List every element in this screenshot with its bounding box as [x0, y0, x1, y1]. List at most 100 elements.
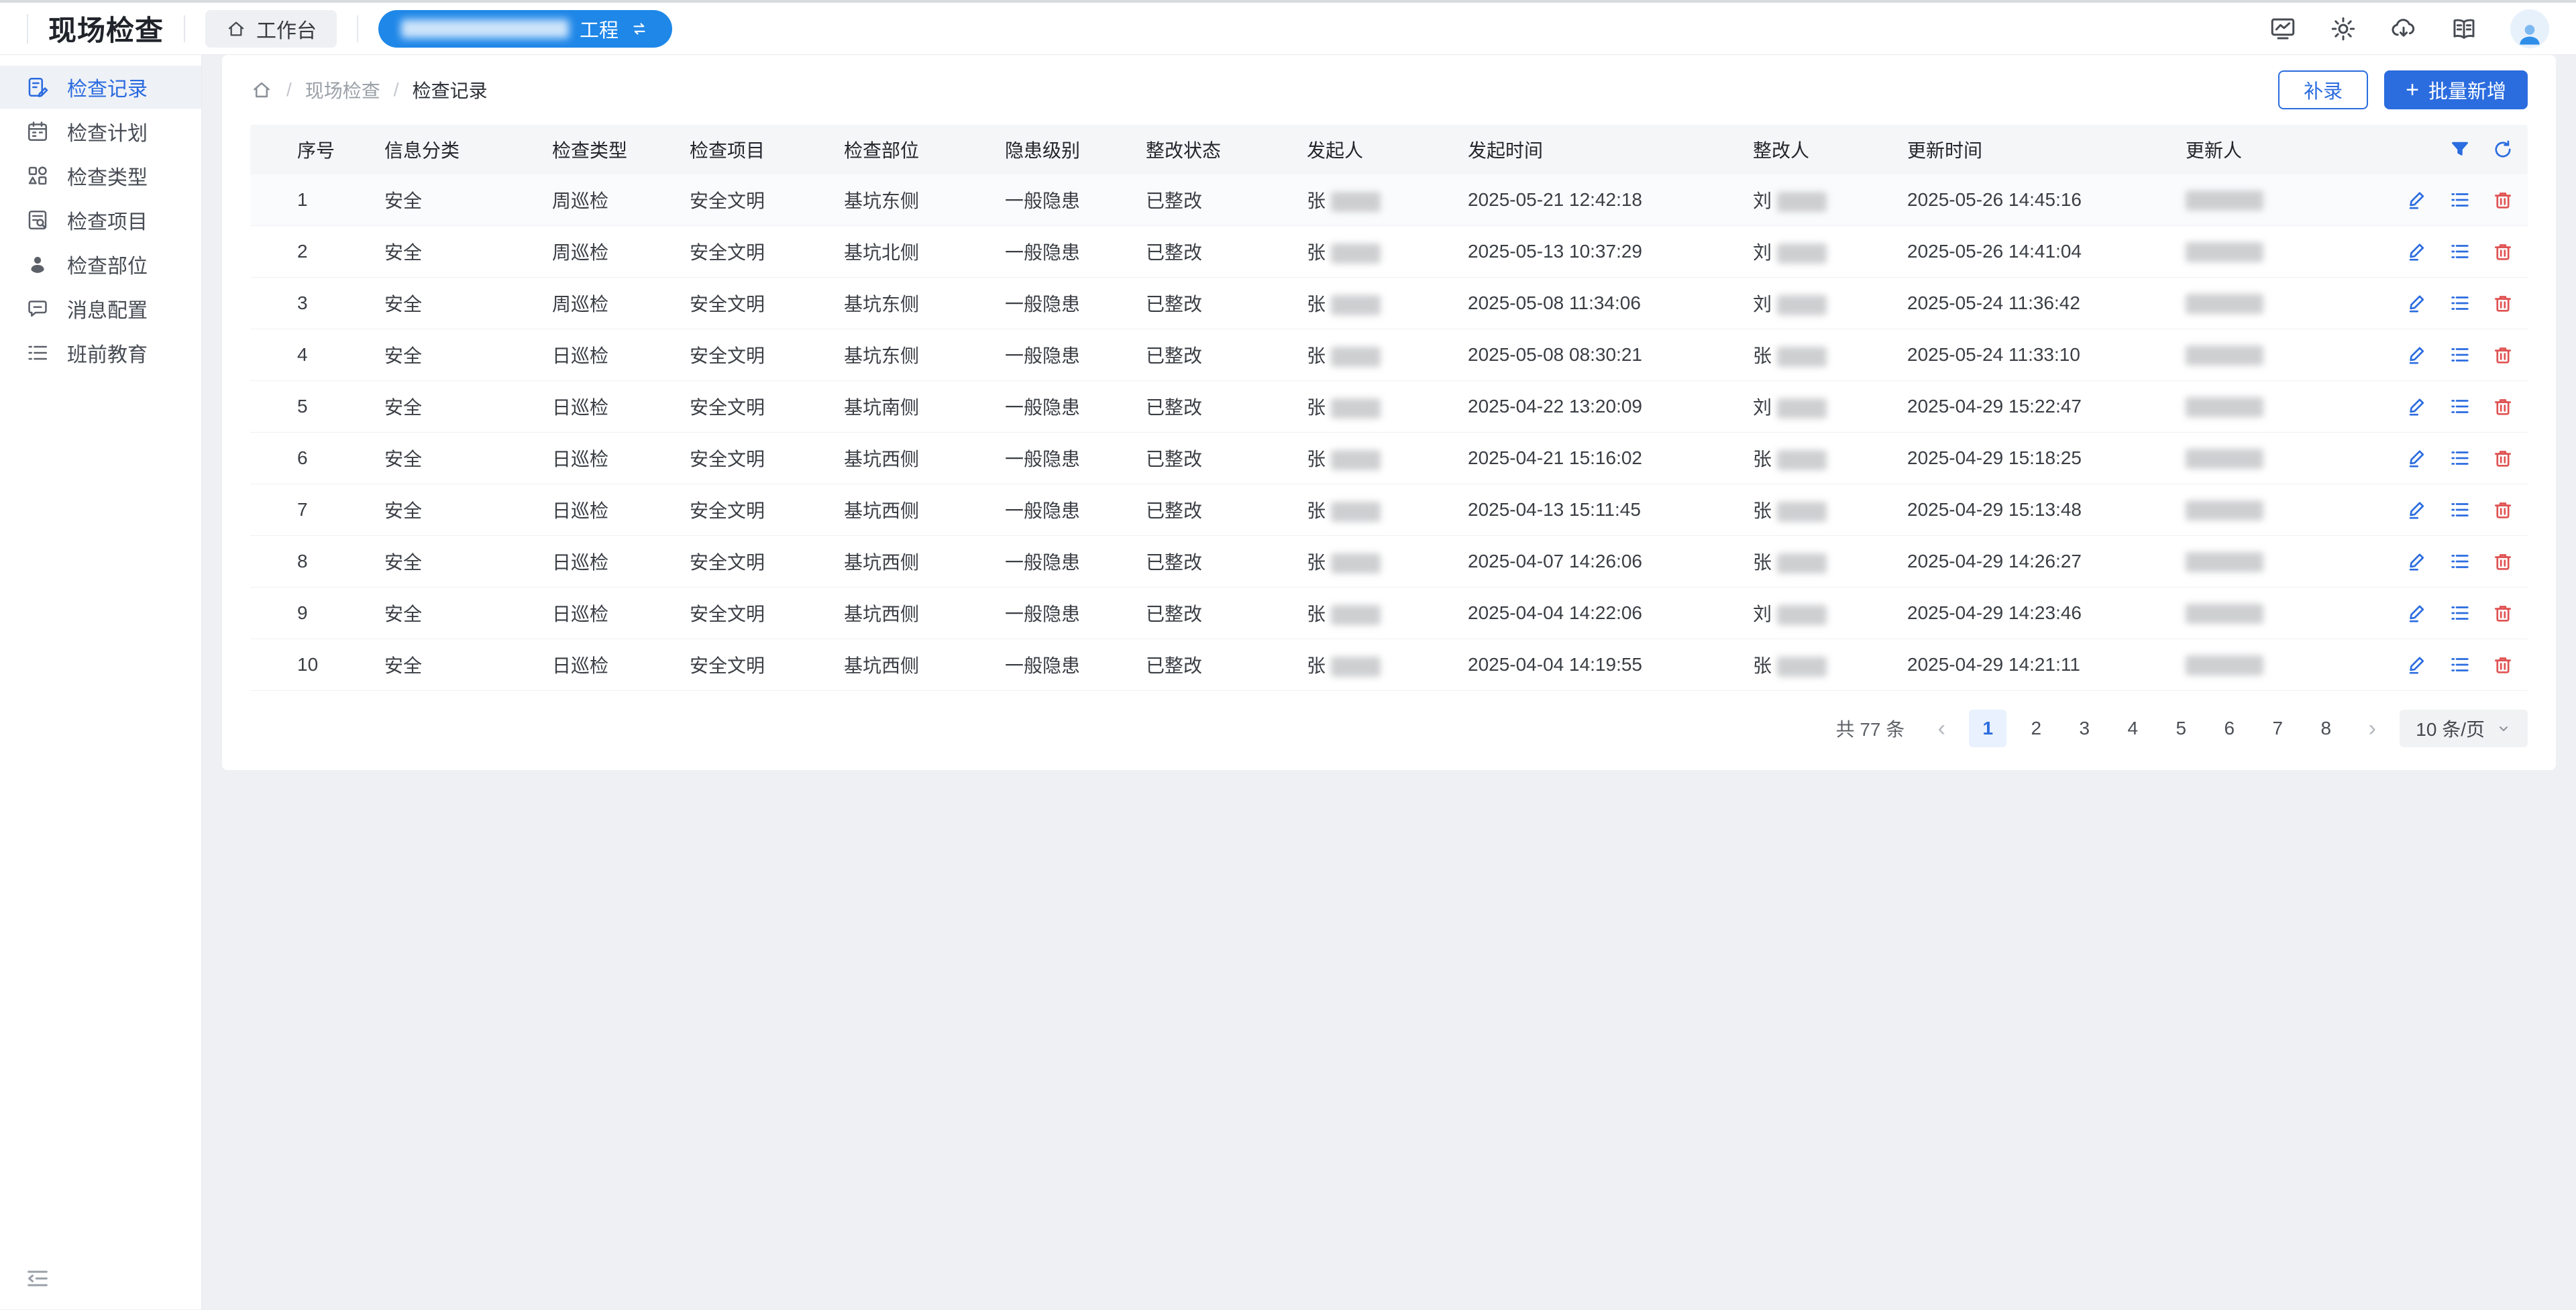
sidebar-item-pre-shift-education[interactable]: 班前教育	[0, 331, 201, 374]
refresh-icon[interactable]	[2491, 138, 2514, 161]
detail-list-icon[interactable]	[2449, 447, 2471, 470]
dashboard-icon[interactable]	[2269, 15, 2297, 43]
cell-updater	[2186, 551, 2390, 572]
delete-trash-icon[interactable]	[2491, 602, 2514, 624]
page-number-3[interactable]: 3	[2065, 710, 2103, 747]
table-row[interactable]: 5 安全 日巡检 安全文明 基坑南侧 一般隐患 已整改 张 2025-04-22…	[250, 381, 2528, 433]
batch-add-button[interactable]: + 批量新增	[2384, 70, 2528, 109]
table-row[interactable]: 2 安全 周巡检 安全文明 基坑北侧 一般隐患 已整改 张 2025-05-13…	[250, 226, 2528, 278]
page-number-2[interactable]: 2	[2017, 710, 2055, 747]
table-row[interactable]: 7 安全 日巡检 安全文明 基坑西侧 一般隐患 已整改 张 2025-04-13…	[250, 484, 2528, 536]
detail-list-icon[interactable]	[2449, 550, 2471, 573]
page-number-4[interactable]: 4	[2114, 710, 2151, 747]
detail-list-icon[interactable]	[2449, 602, 2471, 624]
sidebar-item-inspection-locations[interactable]: 检查部位	[0, 243, 201, 286]
edit-icon[interactable]	[2406, 240, 2428, 263]
project-name-suffix: 工程	[580, 15, 619, 43]
table-row[interactable]: 6 安全 日巡检 安全文明 基坑西侧 一般隐患 已整改 张 2025-04-21…	[250, 433, 2528, 484]
edit-icon[interactable]	[2406, 343, 2428, 366]
table-row[interactable]: 4 安全 日巡检 安全文明 基坑东侧 一般隐患 已整改 张 2025-05-08…	[250, 329, 2528, 381]
user-avatar[interactable]	[2510, 9, 2549, 48]
delete-trash-icon[interactable]	[2491, 447, 2514, 470]
list-lines-icon	[25, 341, 50, 365]
supplement-entry-button[interactable]: 补录	[2278, 70, 2368, 109]
manual-book-icon[interactable]	[2450, 15, 2478, 43]
cell-rectify-status: 已整改	[1146, 548, 1307, 575]
sidebar-item-inspection-type[interactable]: 检查类型	[0, 154, 201, 197]
redacted-name-block	[1331, 295, 1381, 315]
page-size-select[interactable]: 10 条/页	[2400, 710, 2528, 747]
home-icon	[225, 18, 247, 40]
detail-list-icon[interactable]	[2449, 395, 2471, 418]
cell-check-item: 安全文明	[690, 393, 844, 420]
col-header-check-type: 检查类型	[552, 136, 690, 163]
cell-initiate-time: 2025-04-04 14:22:06	[1468, 602, 1753, 624]
redacted-name-block	[1331, 192, 1381, 212]
filter-icon[interactable]	[2449, 138, 2471, 161]
cell-update-time: 2025-04-29 14:21:11	[1907, 654, 2186, 675]
edit-icon[interactable]	[2406, 602, 2428, 624]
total-count-label: 共 77 条	[1836, 715, 1905, 742]
cell-check-type: 周巡检	[552, 186, 690, 213]
pagination: 共 77 条 ‹ 12345678 › 10 条/页	[250, 691, 2528, 770]
cell-updater	[2186, 396, 2390, 417]
table-row[interactable]: 1 安全 周巡检 安全文明 基坑东侧 一般隐患 已整改 张 2025-05-21…	[250, 174, 2528, 226]
edit-icon[interactable]	[2406, 498, 2428, 521]
table-row[interactable]: 10 安全 日巡检 安全文明 基坑西侧 一般隐患 已整改 张 2025-04-0…	[250, 639, 2528, 691]
delete-trash-icon[interactable]	[2491, 188, 2514, 211]
redacted-name-block	[1331, 347, 1381, 367]
next-page-button[interactable]: ›	[2355, 710, 2389, 747]
detail-list-icon[interactable]	[2449, 653, 2471, 676]
table-row[interactable]: 8 安全 日巡检 安全文明 基坑西侧 一般隐患 已整改 张 2025-04-07…	[250, 536, 2528, 588]
breadcrumb-home-icon[interactable]	[250, 78, 273, 101]
page-size-label: 10 条/页	[2416, 715, 2485, 742]
project-selector-pill[interactable]: 工程	[378, 10, 672, 48]
edit-icon[interactable]	[2406, 292, 2428, 315]
page-number-7[interactable]: 7	[2259, 710, 2296, 747]
cell-index: 6	[250, 447, 384, 469]
edit-icon[interactable]	[2406, 447, 2428, 470]
main-content: / 现场检查 / 检查记录 补录 + 批量新增 序号 信息分类 检	[202, 55, 2576, 1309]
page-number-6[interactable]: 6	[2210, 710, 2248, 747]
delete-trash-icon[interactable]	[2491, 395, 2514, 418]
cell-check-part: 基坑西侧	[844, 548, 1005, 575]
detail-list-icon[interactable]	[2449, 240, 2471, 263]
page-number-8[interactable]: 8	[2307, 710, 2345, 747]
table-row[interactable]: 3 安全 周巡检 安全文明 基坑东侧 一般隐患 已整改 张 2025-05-08…	[250, 278, 2528, 329]
settings-gear-icon[interactable]	[2329, 15, 2357, 43]
prev-page-button[interactable]: ‹	[1925, 710, 1958, 747]
delete-trash-icon[interactable]	[2491, 498, 2514, 521]
sidebar-item-inspection-records[interactable]: 检查记录	[0, 66, 201, 109]
delete-trash-icon[interactable]	[2491, 343, 2514, 366]
detail-list-icon[interactable]	[2449, 292, 2471, 315]
edit-icon[interactable]	[2406, 395, 2428, 418]
edit-icon[interactable]	[2406, 188, 2428, 211]
delete-trash-icon[interactable]	[2491, 240, 2514, 263]
detail-list-icon[interactable]	[2449, 188, 2471, 211]
delete-trash-icon[interactable]	[2491, 653, 2514, 676]
workbench-label: 工作台	[256, 14, 317, 44]
redacted-name-block	[2186, 552, 2263, 572]
sidebar-item-inspection-items[interactable]: 检查项目	[0, 199, 201, 241]
sidebar-collapse-icon[interactable]	[24, 1265, 51, 1292]
sidebar-item-message-config[interactable]: 消息配置	[0, 287, 201, 330]
breadcrumb-root[interactable]: 现场检查	[305, 76, 380, 103]
page-number-1[interactable]: 1	[1969, 710, 2006, 747]
workbench-button[interactable]: 工作台	[205, 10, 337, 48]
breadcrumb-current: 检查记录	[413, 76, 488, 103]
edit-icon[interactable]	[2406, 653, 2428, 676]
cell-check-part: 基坑西侧	[844, 496, 1005, 523]
cell-check-part: 基坑南侧	[844, 393, 1005, 420]
cloud-download-icon[interactable]	[2390, 15, 2418, 43]
delete-trash-icon[interactable]	[2491, 550, 2514, 573]
detail-list-icon[interactable]	[2449, 498, 2471, 521]
sidebar-item-label: 检查记录	[67, 72, 148, 102]
detail-list-icon[interactable]	[2449, 343, 2471, 366]
redacted-name-block	[2186, 242, 2263, 262]
cell-index: 3	[250, 292, 384, 314]
page-number-5[interactable]: 5	[2162, 710, 2200, 747]
sidebar-item-inspection-plan[interactable]: 检查计划	[0, 110, 201, 153]
delete-trash-icon[interactable]	[2491, 292, 2514, 315]
table-row[interactable]: 9 安全 日巡检 安全文明 基坑西侧 一般隐患 已整改 张 2025-04-04…	[250, 588, 2528, 639]
edit-icon[interactable]	[2406, 550, 2428, 573]
